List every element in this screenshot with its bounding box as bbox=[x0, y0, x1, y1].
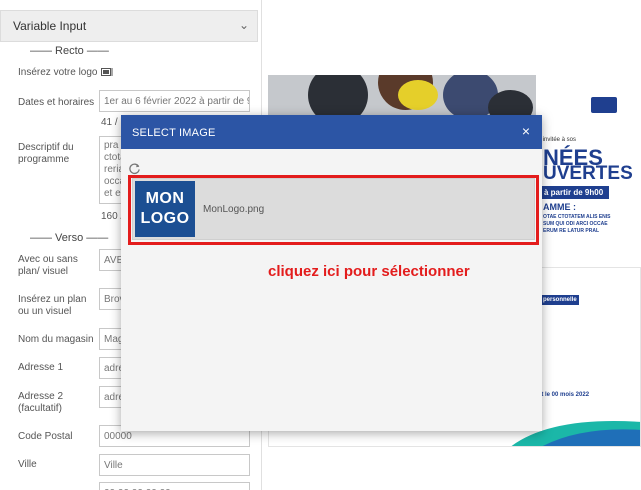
city-label: Ville bbox=[18, 459, 37, 470]
store-name-label: Nom du magasin bbox=[18, 334, 94, 345]
visual-label: Insérez un plan ou un visuel bbox=[18, 294, 87, 317]
image-file-name: MonLogo.png bbox=[203, 204, 265, 215]
thumbnail-text-line2: LOGO bbox=[140, 210, 190, 227]
postal-code-label: Code Postal bbox=[18, 431, 73, 442]
address1-label: Adresse 1 bbox=[18, 362, 64, 373]
flyer-heading-2: UVERTES bbox=[543, 163, 633, 184]
plan-label: Avec ou sans plan/ visuel bbox=[18, 254, 78, 277]
panel-title: Variable Input bbox=[13, 19, 87, 33]
address2-label: Adresse 2 (facultatif) bbox=[18, 391, 64, 414]
image-thumbnail[interactable]: MON LOGO bbox=[135, 181, 195, 237]
flyer-banner: personnelle bbox=[539, 295, 579, 305]
flyer-date-line: rt le 00 mois 2022 bbox=[539, 392, 590, 398]
phone-input[interactable]: 00 00 00 00 00 bbox=[99, 482, 250, 490]
close-icon[interactable]: × bbox=[522, 123, 530, 139]
verso-section-title: —— Verso —— bbox=[30, 232, 109, 244]
description-char-counter: 160 / bbox=[101, 211, 124, 222]
dates-label: Dates et horaires bbox=[18, 97, 95, 108]
select-hint-text: cliquez ici pour sélectionner bbox=[268, 263, 470, 280]
flyer-text-3: SUM QUI ODI ARCI OCCAE bbox=[543, 221, 608, 227]
flyer-logo-badge bbox=[591, 97, 617, 113]
recto-section-title: —— Recto —— bbox=[30, 45, 109, 57]
flyer-text-4: ERUM RE LATUR PRAL bbox=[543, 228, 600, 234]
dialog-title: SELECT IMAGE bbox=[132, 127, 216, 139]
logo-label: Insérez votre logo bbox=[18, 67, 98, 78]
image-item-monlogo[interactable]: MON LOGO MonLogo.png bbox=[132, 178, 535, 240]
flyer-program-title: AMME : bbox=[543, 202, 576, 212]
refresh-icon[interactable] bbox=[128, 162, 141, 175]
panel-header[interactable]: Variable Input ⌄ bbox=[0, 10, 258, 42]
description-label: Descriptif du programme bbox=[18, 142, 74, 165]
flyer-text-2: OTAE CTOTATEM ALIS ENIS bbox=[543, 214, 611, 220]
flyer-date-badge: à partir de 9h00 bbox=[538, 186, 610, 199]
flyer-text-1: s invitée à sos bbox=[538, 137, 577, 143]
chevron-down-icon[interactable]: ⌄ bbox=[239, 18, 249, 32]
dates-input[interactable]: 1er au 6 février 2022 à partir de 9h00 bbox=[99, 90, 250, 112]
dates-char-counter: 41 / bbox=[101, 117, 118, 128]
image-picker-icon[interactable] bbox=[101, 67, 113, 77]
city-input[interactable]: Ville bbox=[99, 454, 250, 476]
thumbnail-text-line1: MON bbox=[145, 190, 185, 207]
select-image-dialog: SELECT IMAGE × MON LOGO MonLogo.png cliq… bbox=[121, 115, 542, 431]
dialog-header: SELECT IMAGE × bbox=[121, 115, 542, 149]
